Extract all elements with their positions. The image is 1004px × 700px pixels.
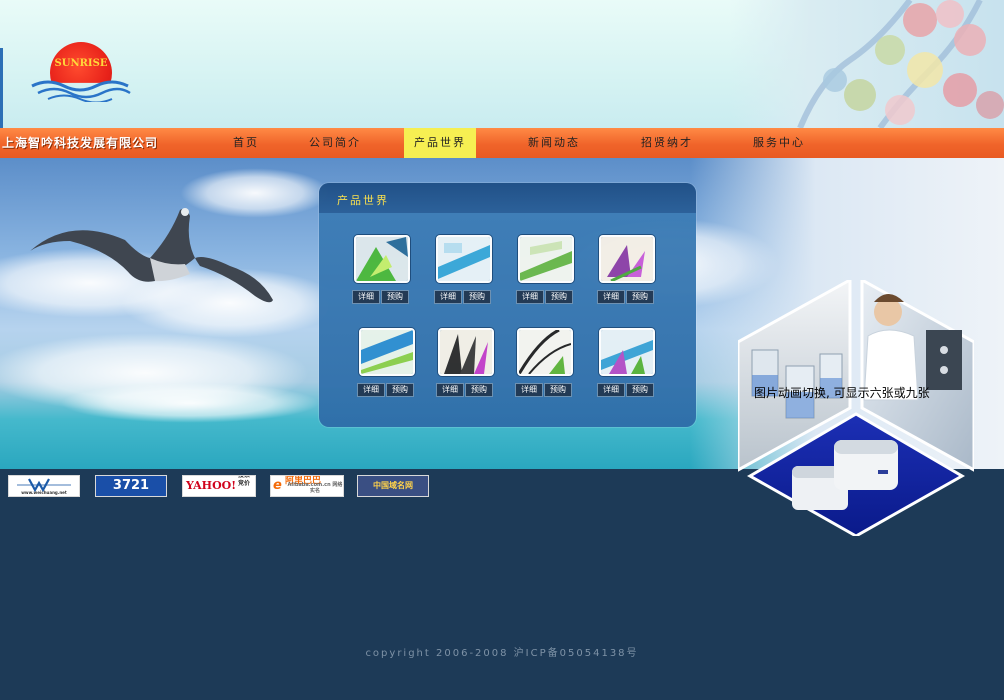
dna-illustration <box>730 0 1004 128</box>
nav-home[interactable]: 首页 <box>233 128 259 158</box>
product-panel: 产品世界 详细 预购 详细 预购 详细 预购 详细 预购 详细 预购 详细 预购… <box>319 183 696 427</box>
link-3721[interactable]: 3721 <box>95 475 167 497</box>
nav-products[interactable]: 产品世界 <box>404 128 476 158</box>
product-thumbnail[interactable] <box>517 328 573 376</box>
preorder-button[interactable]: 预购 <box>465 383 493 397</box>
partner-links: www.weichuang.net 3721 YAHOO! 搜索 竞价 e 阿里… <box>0 469 1004 509</box>
cloud <box>60 383 320 423</box>
product-card: 详细 预购 <box>595 235 657 305</box>
product-thumbnail[interactable] <box>436 235 492 283</box>
detail-button[interactable]: 详细 <box>515 383 543 397</box>
wave-icon <box>31 80 131 102</box>
nav-about[interactable]: 公司简介 <box>309 128 361 158</box>
link-yahoo[interactable]: YAHOO! 搜索 竞价 <box>182 475 256 497</box>
product-thumbnail[interactable] <box>518 235 574 283</box>
product-thumbnail[interactable] <box>599 328 655 376</box>
yahoo-text: YAHOO! <box>186 479 237 492</box>
product-card: 详细 预购 <box>350 235 412 305</box>
panel-title: 产品世界 <box>337 194 389 207</box>
detail-button[interactable]: 详细 <box>434 290 462 304</box>
detail-button[interactable]: 详细 <box>597 383 625 397</box>
product-card: 详细 预购 <box>514 235 576 305</box>
product-card: 详细 预购 <box>434 328 496 398</box>
detail-button[interactable]: 详细 <box>516 290 544 304</box>
copyright-text: copyright 2006-2008 沪ICP备05054138号 <box>365 648 639 659</box>
preorder-button[interactable]: 预购 <box>626 383 654 397</box>
sunrise-logo[interactable]: SUNRISE <box>28 40 134 102</box>
weichuang-url: www.weichuang.net <box>21 490 67 495</box>
nav-service[interactable]: 服务中心 <box>753 128 805 158</box>
header-edge-line <box>0 48 3 128</box>
alibaba-sub: Alibaba.com.cn 网络实名 <box>287 482 343 494</box>
seagull-icon <box>30 208 273 303</box>
detail-button[interactable]: 详细 <box>352 290 380 304</box>
preorder-button[interactable]: 预购 <box>544 383 572 397</box>
main-nav: 上海智吟科技发展有限公司 首页 公司简介 产品世界 新闻动态 招贤纳才 服务中心 <box>0 128 1004 158</box>
link-weichuang[interactable]: www.weichuang.net <box>8 475 80 497</box>
product-card: 详细 预购 <box>432 235 494 305</box>
panel-header: 产品世界 <box>319 183 696 213</box>
header: SUNRISE <box>0 0 1004 128</box>
nav-news[interactable]: 新闻动态 <box>528 128 580 158</box>
slideshow-caption: 图片动画切换, 可显示六张或九张 <box>754 386 930 400</box>
company-name: 上海智吟科技发展有限公司 <box>2 136 159 150</box>
product-card: 详细 预购 <box>595 328 657 398</box>
link-china-domain[interactable]: 中国域名网 <box>357 475 429 497</box>
preorder-button[interactable]: 预购 <box>381 290 409 304</box>
nav-careers[interactable]: 招贤纳才 <box>641 128 693 158</box>
detail-button[interactable]: 详细 <box>597 290 625 304</box>
preorder-button[interactable]: 预购 <box>545 290 573 304</box>
dna-icon <box>797 0 1004 128</box>
detail-button[interactable]: 详细 <box>357 383 385 397</box>
link-alibaba[interactable]: e 阿里巴巴 Alibaba.com.cn 网络实名 <box>270 475 344 497</box>
product-thumbnail[interactable] <box>438 328 494 376</box>
product-card: 详细 预购 <box>355 328 417 398</box>
preorder-button[interactable]: 预购 <box>463 290 491 304</box>
product-thumbnail[interactable] <box>599 235 655 283</box>
product-thumbnail[interactable] <box>359 328 415 376</box>
product-thumbnail[interactable] <box>354 235 410 283</box>
yahoo-sub: 搜索 竞价 <box>237 475 250 487</box>
logo-text: SUNRISE <box>54 58 108 69</box>
preorder-button[interactable]: 预购 <box>386 383 414 397</box>
alibaba-e-icon: e <box>273 478 282 493</box>
product-card: 详细 预购 <box>513 328 575 398</box>
weichuang-logo-icon: www.weichuang.net <box>9 476 79 496</box>
detail-button[interactable]: 详细 <box>436 383 464 397</box>
preorder-button[interactable]: 预购 <box>626 290 654 304</box>
